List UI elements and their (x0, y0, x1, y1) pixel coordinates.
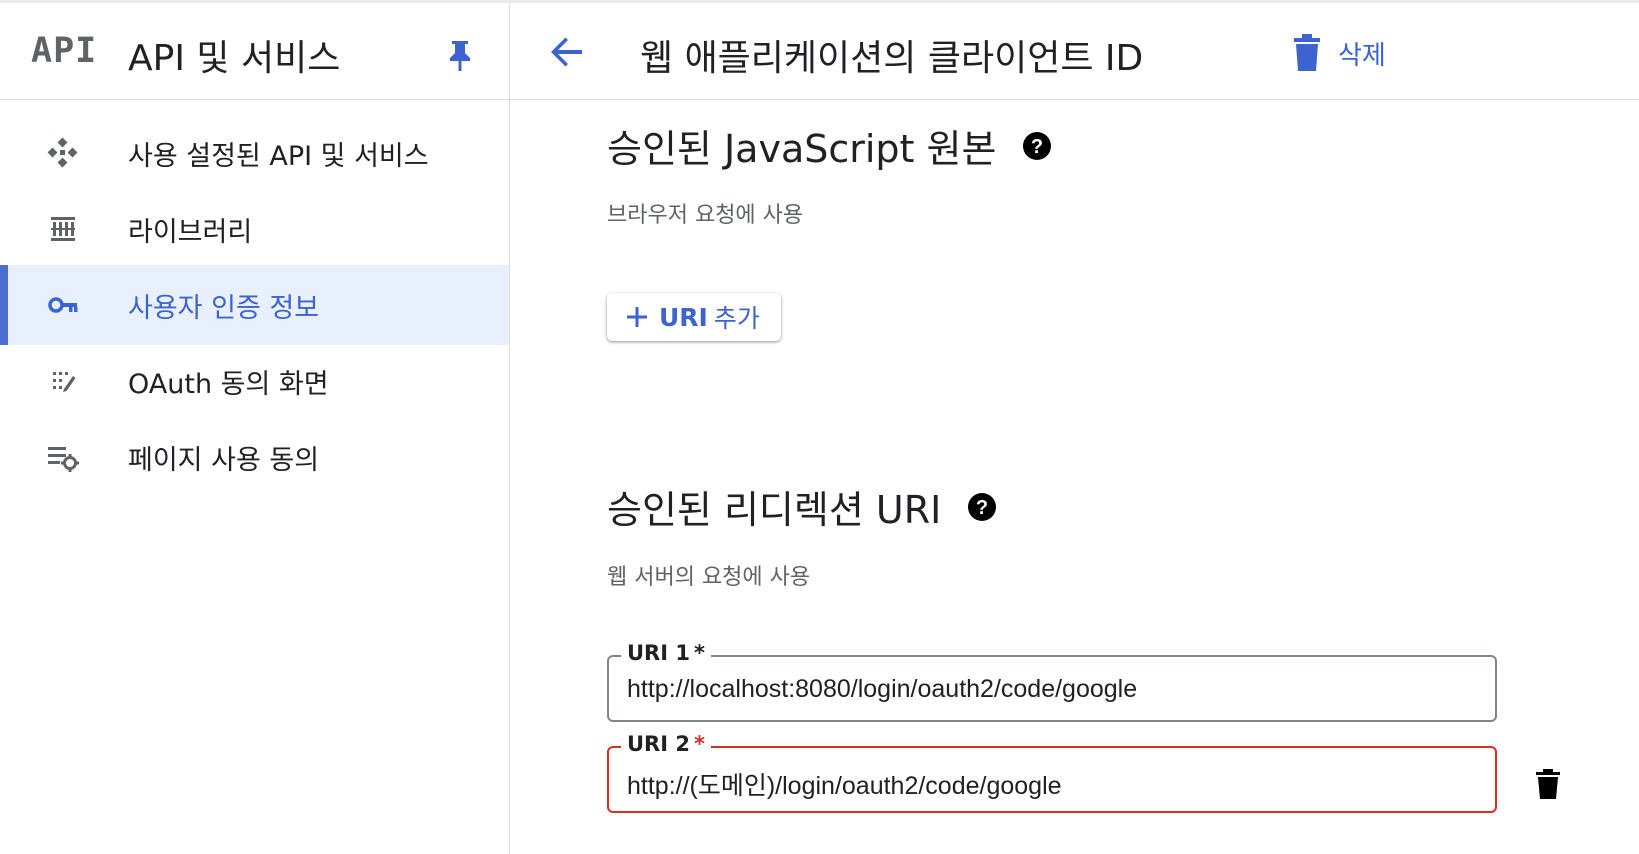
redirect-uris-title-text: 승인된 리디렉션 URI (607, 488, 942, 532)
js-origins-subtitle: 브라우저 요청에 사용 (607, 203, 804, 228)
uri-2-label: URI 2 * (621, 732, 711, 756)
plus-icon (627, 307, 647, 327)
redirect-uris-subtitle: 웹 서버의 요청에 사용 (607, 565, 811, 590)
sidebar-item-label: 사용자 인증 정보 (128, 293, 320, 324)
uri-2-field[interactable]: URI 2 * http://(도메인)/login/oauth2/code/go… (607, 732, 1497, 813)
add-uri-label-strong: URI (659, 302, 708, 332)
sidebar-item-oauth-consent[interactable]: OAuth 동의 화면 (0, 341, 509, 421)
sidebar-item-credentials[interactable]: 사용자 인증 정보 (0, 265, 509, 345)
uri-1-input[interactable]: http://localhost:8080/login/oauth2/code/… (627, 675, 1487, 704)
sidebar-item-enabled-apis[interactable]: 사용 설정된 API 및 서비스 (0, 113, 509, 193)
sidebar-item-label: 사용 설정된 API 및 서비스 (128, 141, 429, 172)
main-content: 웹 애플리케이션의 클라이언트 ID 삭제 승인된 JavaScript 원본 … (510, 3, 1639, 854)
back-arrow-icon[interactable] (548, 33, 586, 71)
uri-2-input[interactable]: http://(도메인)/login/oauth2/code/google (627, 766, 1487, 802)
consent-screen-icon (53, 372, 76, 392)
sidebar-item-label: 라이브러리 (128, 217, 253, 248)
add-uri-button[interactable]: URI 추가 (607, 293, 781, 341)
library-icon (51, 217, 75, 241)
svg-text:?: ? (1031, 136, 1043, 158)
uri-1-label: URI 1 * (621, 641, 711, 665)
sidebar-item-page-usage[interactable]: 페이지 사용 동의 (0, 417, 509, 497)
redirect-uris-title: 승인된 리디렉션 URI ? (607, 479, 997, 534)
trash-icon (1294, 34, 1320, 71)
js-origins-title-text: 승인된 JavaScript 원본 (607, 127, 997, 171)
js-origins-title: 승인된 JavaScript 원본 ? (607, 118, 1052, 173)
key-icon (48, 297, 78, 313)
delete-label: 삭제 (1338, 40, 1386, 71)
sidebar: API API 및 서비스 사용 설정된 API 및 서비스 라이브러리 사용자… (0, 3, 510, 854)
page-header: 웹 애플리케이션의 클라이언트 ID 삭제 (510, 3, 1639, 100)
sidebar-title: API 및 서비스 (128, 38, 341, 79)
page-settings-icon (48, 447, 79, 472)
help-icon[interactable]: ? (967, 492, 997, 522)
uri-1-field[interactable]: URI 1 * http://localhost:8080/login/oauth… (607, 641, 1497, 722)
svg-text:?: ? (976, 497, 988, 519)
sidebar-item-label: OAuth 동의 화면 (128, 369, 329, 400)
sidebar-header: API API 및 서비스 (0, 3, 509, 100)
pin-icon[interactable] (447, 39, 473, 73)
dashboard-diamond-icon (47, 137, 78, 168)
page-title: 웹 애플리케이션의 클라이언트 ID (640, 38, 1144, 79)
sidebar-item-library[interactable]: 라이브러리 (0, 189, 509, 269)
delete-button[interactable]: 삭제 (1292, 29, 1386, 77)
add-uri-label-rest: 추가 (713, 304, 760, 333)
trash-icon[interactable] (1535, 768, 1561, 800)
help-icon[interactable]: ? (1022, 131, 1052, 161)
sidebar-item-label: 페이지 사용 동의 (128, 445, 320, 476)
api-logo: API (31, 31, 98, 71)
